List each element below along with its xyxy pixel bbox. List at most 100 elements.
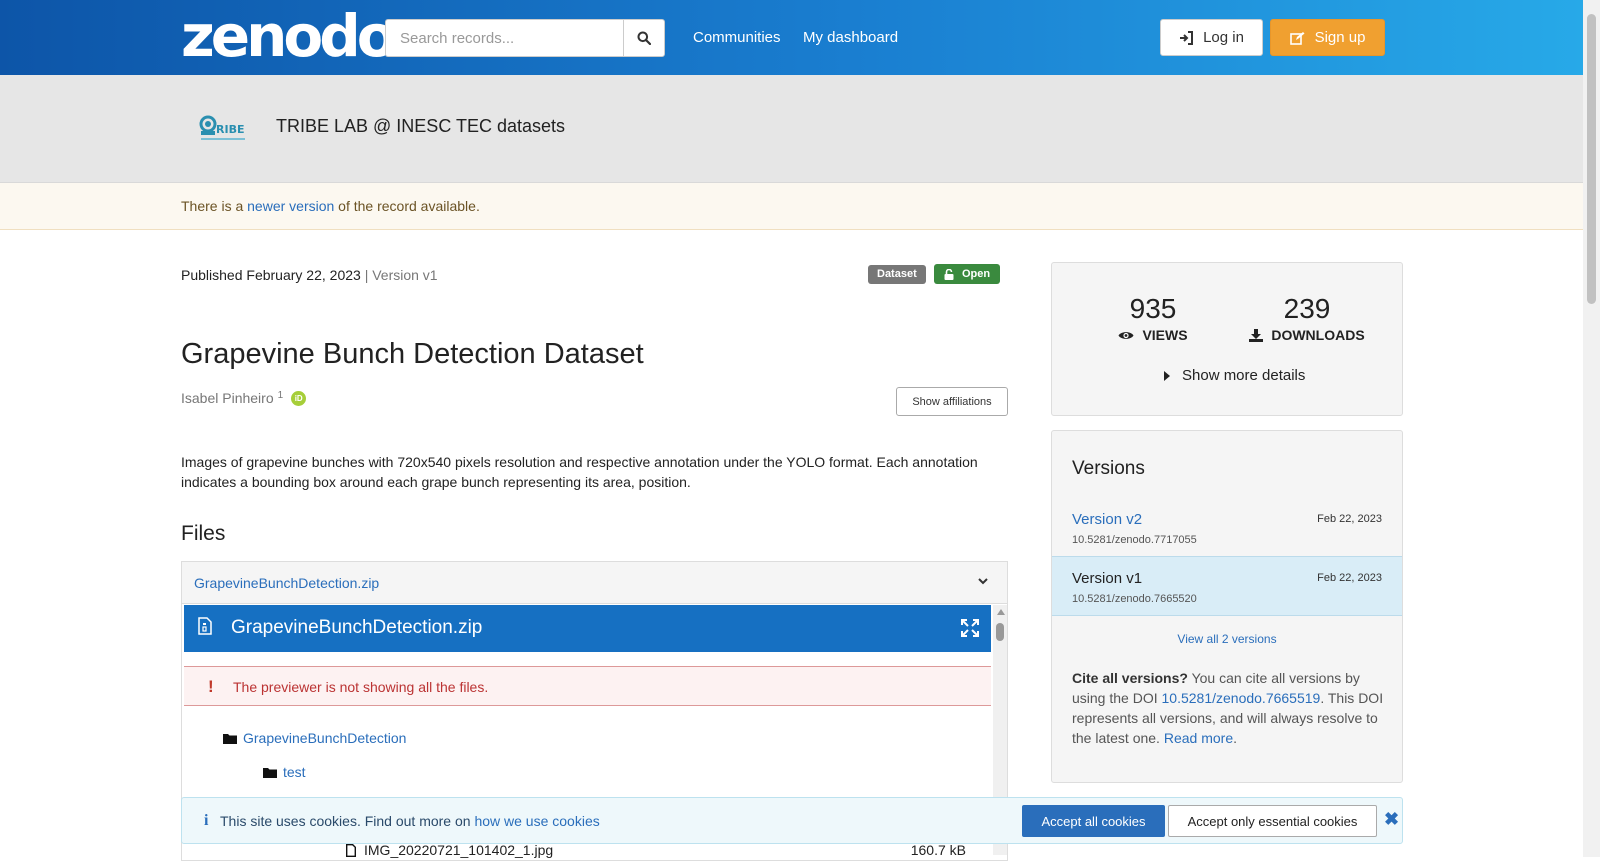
downloads-label: DOWNLOADS	[1271, 327, 1365, 343]
login-button[interactable]: Log in	[1160, 19, 1263, 56]
show-more-details-toggle[interactable]: Show more details	[1164, 367, 1305, 384]
notice-text: There is a newer version of the record a…	[181, 198, 480, 214]
eye-icon	[1118, 331, 1134, 339]
signup-label: Sign up	[1314, 29, 1366, 46]
zenodo-logo[interactable]: zenodo	[181, 6, 397, 66]
version-row[interactable]: Version v2 Feb 22, 2023 10.5281/zenodo.7…	[1052, 498, 1402, 558]
info-icon: i	[204, 812, 209, 829]
folder-name[interactable]: test	[283, 764, 306, 780]
folder-icon	[263, 767, 277, 778]
downloads-stat: 239 DOWNLOADS	[1232, 293, 1382, 343]
tribe-lab-logo[interactable]: RIBE	[195, 111, 251, 143]
notice-suffix: of the record available.	[334, 198, 480, 214]
cite-all-versions-text: Cite all versions? You can cite all vers…	[1072, 668, 1390, 748]
svg-text:RIBE: RIBE	[216, 123, 244, 136]
version-row-current[interactable]: Version v1 Feb 22, 2023 10.5281/zenodo.7…	[1052, 556, 1402, 616]
newer-version-link[interactable]: newer version	[247, 198, 334, 214]
search-button[interactable]	[623, 19, 665, 57]
access-status-badge: Open	[934, 264, 1001, 284]
views-count: 935	[1129, 293, 1177, 324]
chevron-down-icon[interactable]	[977, 576, 989, 586]
author-line: Isabel Pinheiro 1 iD	[181, 390, 307, 406]
version-name: Version v1	[1072, 570, 1143, 587]
signup-button[interactable]: Sign up	[1270, 19, 1385, 56]
record-title: Grapevine Bunch Detection Dataset	[181, 338, 644, 370]
download-icon	[1249, 328, 1264, 342]
expand-icon[interactable]	[961, 619, 979, 637]
page-scroll-thumb[interactable]	[1587, 14, 1596, 304]
cookie-policy-link[interactable]: how we use cookies	[474, 813, 599, 829]
community-header: RIBE TRIBE LAB @ INESC TEC datasets	[0, 75, 1583, 183]
version-text: | Version v1	[364, 267, 438, 283]
edit-icon	[1289, 31, 1305, 45]
search-input[interactable]	[385, 19, 623, 57]
community-name[interactable]: TRIBE LAB @ INESC TEC datasets	[276, 116, 565, 137]
nav-communities[interactable]: Communities	[693, 29, 781, 46]
archive-file-link[interactable]: GrapevineBunchDetection.zip	[194, 575, 379, 591]
close-icon[interactable]: ✖	[1384, 810, 1399, 828]
file-archive-icon	[198, 617, 212, 635]
view-all-versions-link[interactable]: View all 2 versions	[1052, 632, 1402, 646]
search-bar	[385, 19, 665, 57]
versions-title: Versions	[1072, 458, 1145, 479]
views-label: VIEWS	[1142, 327, 1188, 343]
show-more-details-label: Show more details	[1182, 367, 1306, 384]
search-icon	[637, 31, 651, 45]
downloads-label-row: DOWNLOADS	[1232, 327, 1382, 343]
unlock-icon	[944, 268, 954, 280]
published-date: February 22, 2023	[246, 267, 361, 283]
orcid-icon[interactable]: iD	[291, 391, 307, 406]
tree-file-row[interactable]: IMG_20220721_101402_1.jpg 160.7 kB	[346, 842, 966, 858]
resource-type-badge: Dataset	[868, 265, 926, 284]
file-name: IMG_20220721_101402_1.jpg	[364, 842, 554, 858]
newer-version-notice: There is a newer version of the record a…	[0, 183, 1583, 230]
previewer-warning-text: The previewer is not showing all the fil…	[233, 679, 489, 695]
version-doi: 10.5281/zenodo.7717055	[1072, 534, 1197, 546]
downloads-count: 239	[1283, 293, 1331, 324]
login-label: Log in	[1203, 29, 1244, 46]
publication-line: Published February 22, 2023 | Version v1	[181, 267, 438, 283]
tree-folder-root[interactable]: GrapevineBunchDetection	[223, 730, 406, 746]
preview-title: GrapevineBunchDetection.zip	[231, 617, 483, 638]
accept-all-cookies-button[interactable]: Accept all cookies	[1022, 805, 1165, 837]
cite-end: .	[1233, 730, 1237, 746]
views-stat: 935 VIEWS	[1078, 293, 1228, 343]
files-accordion-header[interactable]: GrapevineBunchDetection.zip	[182, 562, 1007, 604]
published-label: Published	[181, 267, 243, 283]
record-description: Images of grapevine bunches with 720x540…	[181, 454, 978, 490]
version-doi: 10.5281/zenodo.7665520	[1072, 593, 1197, 605]
show-affiliations-button[interactable]: Show affiliations	[896, 387, 1008, 416]
preview-scroll-thumb[interactable]	[996, 623, 1004, 641]
concept-doi-link[interactable]: 10.5281/zenodo.7665519	[1162, 690, 1321, 706]
file-size: 160.7 kB	[910, 842, 966, 858]
views-label-row: VIEWS	[1078, 327, 1228, 343]
caret-right-icon	[1164, 370, 1170, 381]
nav-my-dashboard[interactable]: My dashboard	[803, 29, 898, 46]
exclamation-icon: !	[208, 677, 214, 696]
top-navbar: zenodo Communities My dashboard Log in S…	[0, 0, 1583, 75]
read-more-link[interactable]: Read more	[1164, 730, 1233, 746]
version-link[interactable]: Version v2	[1072, 511, 1142, 528]
affiliation-number: 1	[277, 390, 284, 401]
sign-in-icon	[1180, 30, 1194, 45]
cookie-banner: i This site uses cookies. Find out more …	[181, 797, 1403, 844]
version-date: Feb 22, 2023	[1317, 513, 1382, 525]
stats-card: 935 VIEWS 239 DOWNLOADS Show more detail…	[1051, 262, 1403, 416]
preview-header: GrapevineBunchDetection.zip	[184, 605, 991, 652]
file-icon	[346, 843, 356, 857]
folder-name[interactable]: GrapevineBunchDetection	[243, 730, 406, 746]
previewer-warning: ! The previewer is not showing all the f…	[184, 666, 991, 706]
scroll-up-arrow[interactable]	[997, 609, 1005, 615]
page-scrollbar[interactable]	[1583, 0, 1600, 857]
files-heading: Files	[181, 522, 226, 545]
tree-folder-test[interactable]: test	[263, 764, 306, 780]
notice-prefix: There is a	[181, 198, 248, 214]
cite-question: Cite all versions?	[1072, 670, 1188, 686]
cookie-message: This site uses cookies. Find out more on	[220, 813, 475, 829]
cookie-text: This site uses cookies. Find out more on…	[220, 813, 600, 829]
author-name[interactable]: Isabel Pinheiro	[181, 390, 274, 406]
folder-icon	[223, 733, 237, 744]
accept-essential-cookies-button[interactable]: Accept only essential cookies	[1168, 805, 1377, 837]
version-date: Feb 22, 2023	[1317, 572, 1382, 584]
versions-card: Versions Version v2 Feb 22, 2023 10.5281…	[1051, 430, 1403, 783]
